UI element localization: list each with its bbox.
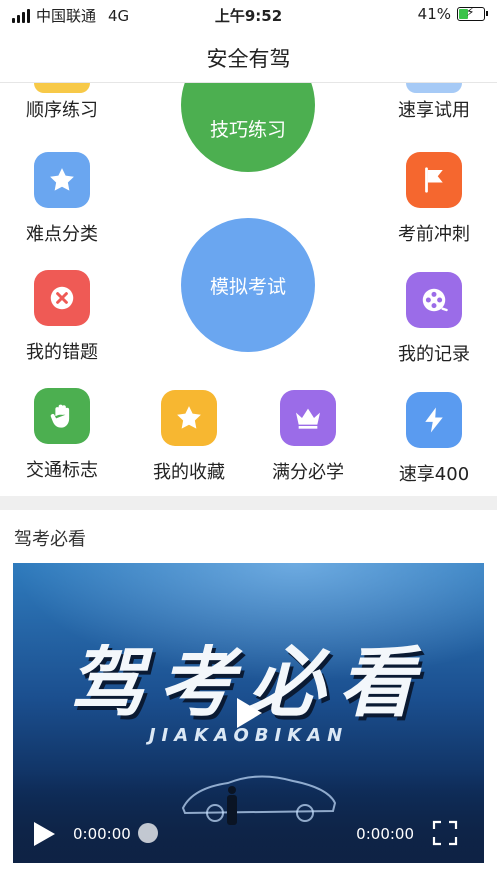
mock-exam-label: 模拟考试: [209, 275, 286, 298]
crown-icon: [280, 390, 336, 446]
fullscreen-icon[interactable]: [432, 820, 458, 846]
pre-exam-sprint-button[interactable]: 考前冲刺: [374, 152, 494, 246]
charging-bolt-icon: ⚡: [466, 5, 475, 19]
quick-trial-button[interactable]: 速享试用: [374, 96, 494, 122]
my-favorites-label: 我的收藏: [153, 462, 225, 483]
full-score-must-learn-button[interactable]: 满分必学: [248, 390, 368, 484]
section-divider: [0, 496, 497, 510]
skill-practice-button[interactable]: 技巧练习: [181, 83, 315, 172]
my-records-button[interactable]: 我的记录: [374, 272, 494, 366]
sequential-practice-label: 顺序练习: [26, 100, 98, 121]
quick-400-label: 速享400: [398, 464, 470, 485]
my-favorites-button[interactable]: 我的收藏: [129, 390, 249, 484]
sequential-practice-button[interactable]: 顺序练习: [2, 96, 122, 122]
play-overlay-icon[interactable]: [234, 696, 264, 730]
progress-scrubber[interactable]: [138, 823, 158, 843]
flag-icon: [406, 152, 462, 208]
duration-time: 0:00:00: [356, 825, 414, 843]
my-mistakes-button[interactable]: 我的错题: [2, 270, 122, 364]
section-title: 驾考必看: [14, 529, 86, 550]
film-reel-icon: [406, 272, 462, 328]
battery-percent: 41%: [417, 5, 451, 23]
quick-trial-icon: [406, 83, 462, 93]
star-icon: [34, 152, 90, 208]
my-mistakes-label: 我的错题: [26, 342, 98, 363]
x-circle-icon: [34, 270, 90, 326]
full-score-must-learn-label: 满分必学: [272, 462, 344, 483]
hand-stop-icon: [34, 388, 90, 444]
traffic-signs-button[interactable]: 交通标志: [2, 388, 122, 482]
traffic-signs-label: 交通标志: [26, 460, 98, 481]
difficult-categories-button[interactable]: 难点分类: [2, 152, 122, 246]
battery-cap: [486, 11, 488, 16]
my-records-label: 我的记录: [398, 344, 470, 365]
nav-bar: 安全有驾: [0, 30, 497, 83]
current-time: 0:00:00: [73, 825, 131, 843]
status-bar: 中国联通 4G 上午9:52 41% ⚡: [0, 0, 497, 30]
favorite-star-icon: [161, 390, 217, 446]
video-player[interactable]: 驾考必看 JIAKAOBIKAN 0:00:00 0:00:00: [13, 563, 484, 863]
difficult-categories-label: 难点分类: [26, 224, 98, 245]
mock-exam-button[interactable]: 模拟考试: [181, 218, 315, 352]
quick-trial-label: 速享试用: [398, 100, 470, 121]
play-button-icon[interactable]: [31, 820, 57, 848]
quick-400-button[interactable]: 速享400: [374, 392, 494, 486]
function-grid: 顺序练习 速享试用 技巧练习 难点分类 考前冲刺 模拟考试 我的错题 我的记录: [0, 83, 497, 488]
lightning-icon: [406, 392, 462, 448]
pre-exam-sprint-label: 考前冲刺: [398, 224, 470, 245]
sequential-practice-icon: [34, 83, 90, 93]
page-title: 安全有驾: [206, 47, 291, 71]
video-controls: 0:00:00 0:00:00: [13, 805, 484, 863]
battery-icon: ⚡: [457, 5, 488, 21]
skill-practice-label: 技巧练习: [209, 118, 286, 141]
status-right: 41% ⚡: [417, 5, 488, 23]
